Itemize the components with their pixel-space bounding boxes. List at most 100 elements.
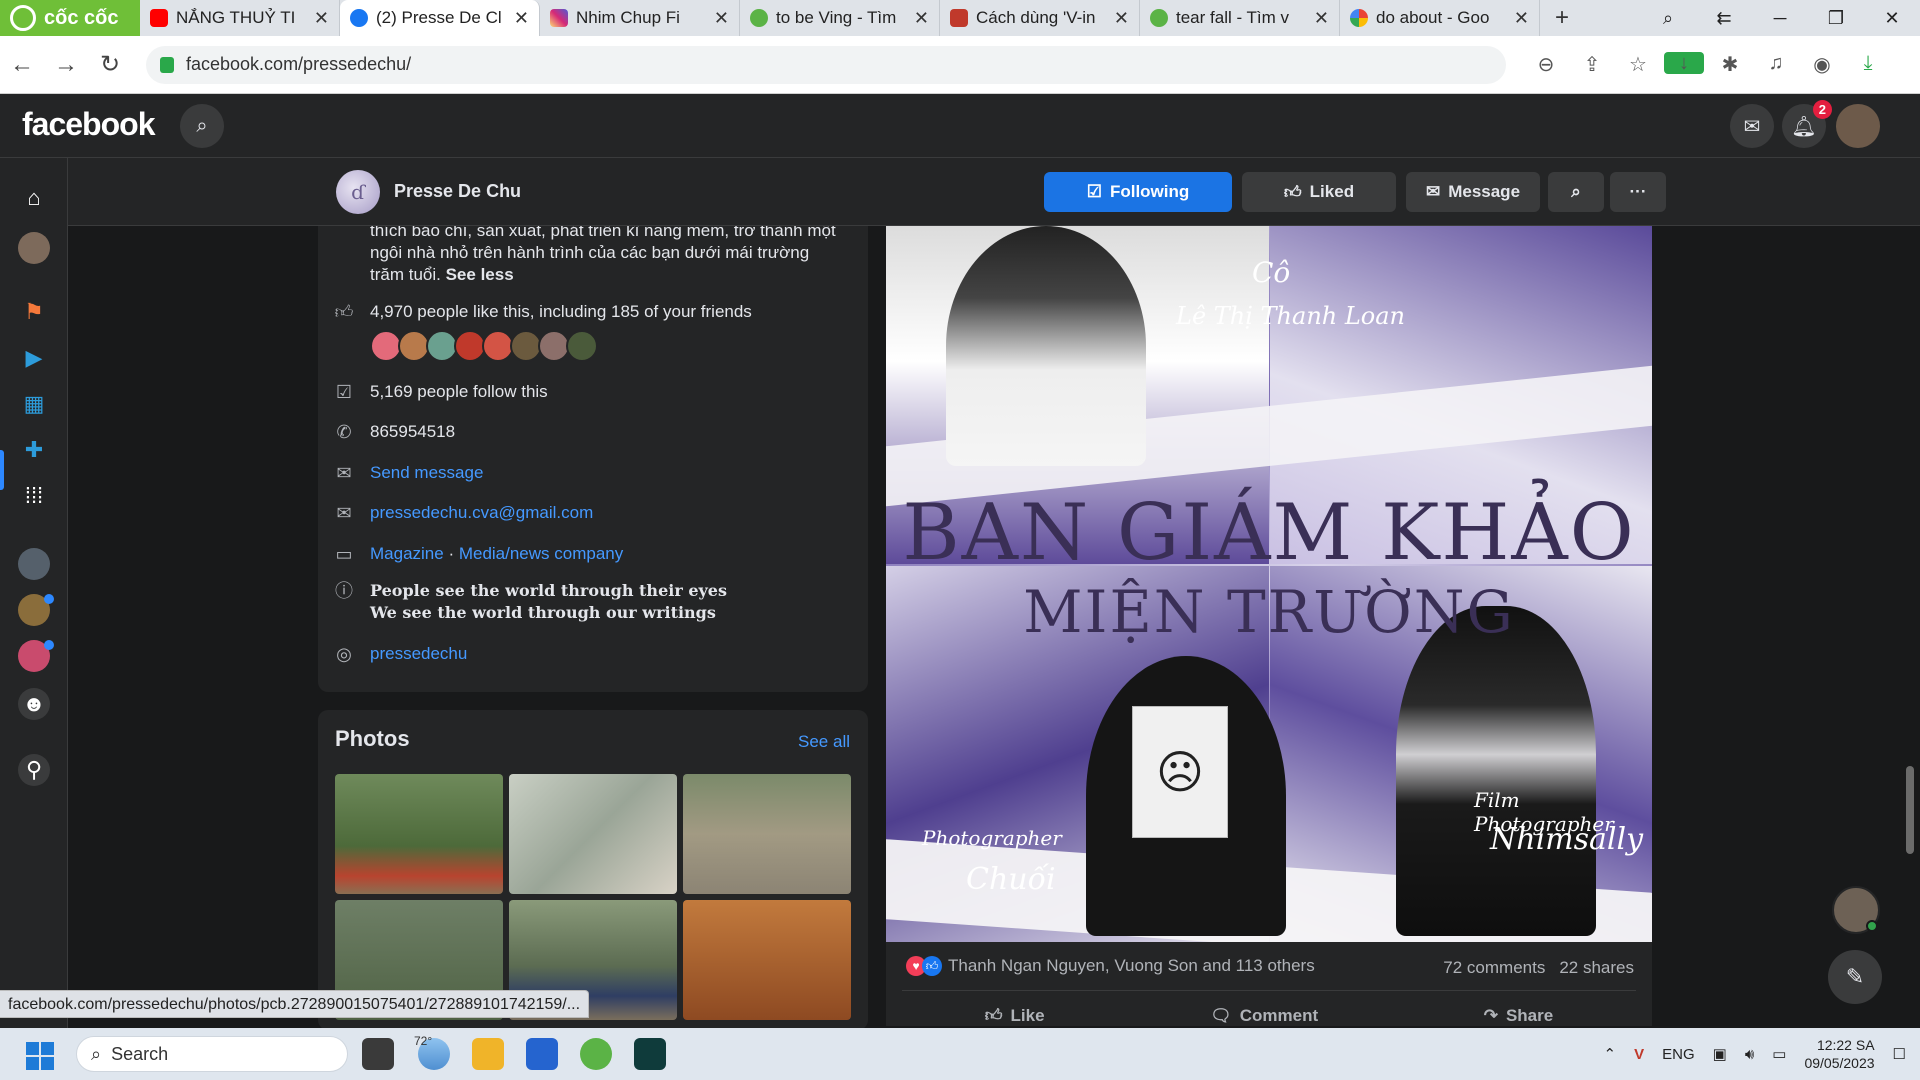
media-icon[interactable]: ♫ — [1756, 52, 1796, 77]
url-field[interactable]: facebook.com/pressedechu/ — [146, 45, 1506, 84]
friend-avatar[interactable] — [566, 330, 598, 362]
gaming-icon[interactable]: ✚ — [18, 434, 50, 466]
facebook-logo[interactable]: facebook — [22, 106, 155, 143]
watch-video-icon[interactable]: ▶ — [18, 342, 50, 374]
tab-facebook[interactable]: (2) Presse De Cl ✕ — [340, 0, 540, 36]
messenger-icon[interactable]: ✉ — [1730, 104, 1774, 148]
tab-google[interactable]: do about - Goo ✕ — [1340, 0, 1540, 36]
category-link[interactable]: Media/news company — [459, 544, 623, 563]
close-tab-icon[interactable]: ✕ — [1314, 8, 1329, 29]
comments-count[interactable]: 72 comments — [1443, 958, 1545, 978]
battery-icon[interactable]: ▭ — [1772, 1045, 1786, 1063]
groups-icon[interactable]: ☻ — [18, 688, 50, 720]
task-view-icon[interactable] — [362, 1038, 394, 1070]
photo-thumbnail[interactable] — [683, 900, 851, 1020]
new-tab-button[interactable]: + — [1540, 0, 1584, 36]
notifications-bell-icon[interactable]: 🔔︎ 2 — [1782, 100, 1832, 148]
page-search-button[interactable]: ⌕ — [1548, 172, 1604, 212]
close-tab-icon[interactable]: ✕ — [1114, 8, 1129, 29]
tab-instagram[interactable]: Nhim Chup Fi ✕ — [540, 0, 740, 36]
shortcut-avatar-1[interactable] — [18, 548, 50, 580]
account-avatar[interactable] — [1836, 104, 1880, 148]
close-tab-icon[interactable]: ✕ — [1514, 8, 1529, 29]
page-title[interactable]: Presse De Chu — [394, 181, 521, 202]
share-icon[interactable]: ⇪ — [1572, 52, 1612, 77]
vietnamese-input-icon[interactable]: V — [1634, 1046, 1644, 1063]
marketplace-icon[interactable]: ▦ — [18, 388, 50, 420]
forward-arrow-icon[interactable]: → — [44, 51, 88, 79]
new-message-button[interactable]: ✎ — [1828, 950, 1882, 1004]
reactions-summary[interactable]: ♥ 👍︎ Thanh Ngan Nguyen, Vuong Son and 11… — [906, 956, 1315, 976]
shortcut-avatar-2[interactable] — [18, 594, 54, 626]
menu-grid-icon[interactable]: ⁞⁞⁞ — [18, 480, 50, 512]
contact-chat-head[interactable] — [1832, 886, 1880, 934]
language-indicator[interactable]: ENG — [1662, 1046, 1695, 1063]
photo-thumbnail[interactable] — [683, 774, 851, 894]
tab-article[interactable]: Cách dùng 'V-in ✕ — [940, 0, 1140, 36]
download-extension-icon[interactable]: ↓ — [1664, 52, 1704, 77]
notification-center-icon[interactable]: ☐ — [1893, 1045, 1906, 1063]
shortcut-avatar-3[interactable] — [18, 640, 54, 672]
close-tab-icon[interactable]: ✕ — [914, 8, 929, 29]
close-tab-icon[interactable]: ✕ — [514, 8, 529, 29]
liked-button[interactable]: 👍︎ Liked — [1242, 172, 1396, 212]
see-less-link[interactable]: See less — [446, 265, 514, 284]
tab-youtube[interactable]: NẮNG THUỶ TI ✕ — [140, 0, 340, 36]
profile-icon[interactable]: ◉ — [1802, 52, 1842, 77]
profile-avatar[interactable] — [18, 232, 50, 264]
app-taskbar-icon[interactable] — [634, 1038, 666, 1070]
pages-flag-icon[interactable]: ⚑ — [18, 296, 50, 328]
info-icon: ⓘ — [335, 581, 353, 601]
file-explorer-icon[interactable] — [472, 1038, 504, 1070]
close-tab-icon[interactable]: ✕ — [714, 8, 729, 29]
tab-search-icon[interactable]: ⌕ — [1640, 8, 1696, 29]
minimize-button[interactable]: ─ — [1752, 8, 1808, 29]
message-button[interactable]: ✉ Message — [1406, 172, 1540, 212]
network-icon[interactable]: ▣ — [1713, 1045, 1727, 1063]
unread-dot — [44, 640, 54, 650]
tab-search-2[interactable]: tear fall - Tìm v ✕ — [1140, 0, 1340, 36]
extensions-icon[interactable]: ✱ — [1710, 52, 1750, 77]
send-message-link[interactable]: Send message — [370, 463, 483, 483]
system-clock[interactable]: 12:22 SA 09/05/2023 — [1804, 1036, 1874, 1072]
shares-count[interactable]: 22 shares — [1559, 958, 1634, 978]
back-history-icon[interactable]: ⇇ — [1696, 8, 1752, 29]
instagram-link[interactable]: pressedechu — [370, 644, 467, 664]
online-status-dot — [1866, 920, 1878, 932]
phone-number[interactable]: 865954518 — [370, 422, 455, 442]
downloads-icon[interactable]: ⤓ — [1848, 52, 1888, 77]
home-icon[interactable]: ⌂ — [18, 182, 50, 214]
photo-thumbnail[interactable] — [335, 774, 503, 894]
coccoc-menu-button[interactable]: cốc cốc — [0, 0, 140, 36]
email-link[interactable]: pressedechu.cva@gmail.com — [370, 503, 593, 523]
volume-icon[interactable]: 🔊︎ — [1745, 1046, 1754, 1063]
taskbar-search[interactable]: ⌕ Search — [76, 1036, 348, 1072]
show-hidden-icons[interactable]: ⌃ — [1604, 1045, 1617, 1063]
like-button[interactable]: 👍︎ Like — [985, 1005, 1045, 1026]
page-avatar[interactable]: ɗ — [336, 170, 380, 214]
bookmark-star-icon[interactable]: ☆ — [1618, 52, 1658, 77]
restore-button[interactable]: ❐ — [1808, 8, 1864, 29]
tab-search-1[interactable]: to be Ving - Tìm ✕ — [740, 0, 940, 36]
photo-thumbnail[interactable] — [509, 774, 677, 894]
zoom-out-icon[interactable]: ⊖ — [1526, 52, 1566, 77]
windows-start-icon[interactable] — [26, 1042, 54, 1070]
post-image[interactable]: ☹ BAN GIÁM KHẢO MIỆN TRƯỜNG Cô Lê Thị Th… — [886, 226, 1652, 942]
back-arrow-icon[interactable]: ← — [0, 51, 44, 79]
todo-icon[interactable] — [526, 1038, 558, 1070]
coccoc-taskbar-icon[interactable] — [580, 1038, 612, 1070]
category-link[interactable]: Magazine — [370, 544, 444, 563]
search-icon[interactable]: ⌕ — [180, 104, 224, 148]
more-options-button[interactable]: ··· — [1610, 172, 1666, 212]
share-button[interactable]: ↷ Share — [1484, 1005, 1554, 1026]
page-scrollbar-thumb[interactable] — [1906, 766, 1914, 854]
reload-icon[interactable]: ↻ — [88, 50, 132, 79]
following-button[interactable]: ☑ Following — [1044, 172, 1232, 212]
poster-subtitle: MIỆN TRƯỜNG — [1023, 578, 1515, 646]
like-label: Like — [1010, 1005, 1045, 1025]
link-icon[interactable]: ⚲ — [18, 754, 50, 786]
comment-button[interactable]: 🗨︎ Comment — [1210, 1005, 1318, 1026]
close-window-button[interactable]: ✕ — [1864, 8, 1920, 29]
close-tab-icon[interactable]: ✕ — [314, 8, 329, 29]
see-all-link[interactable]: See all — [798, 732, 850, 752]
